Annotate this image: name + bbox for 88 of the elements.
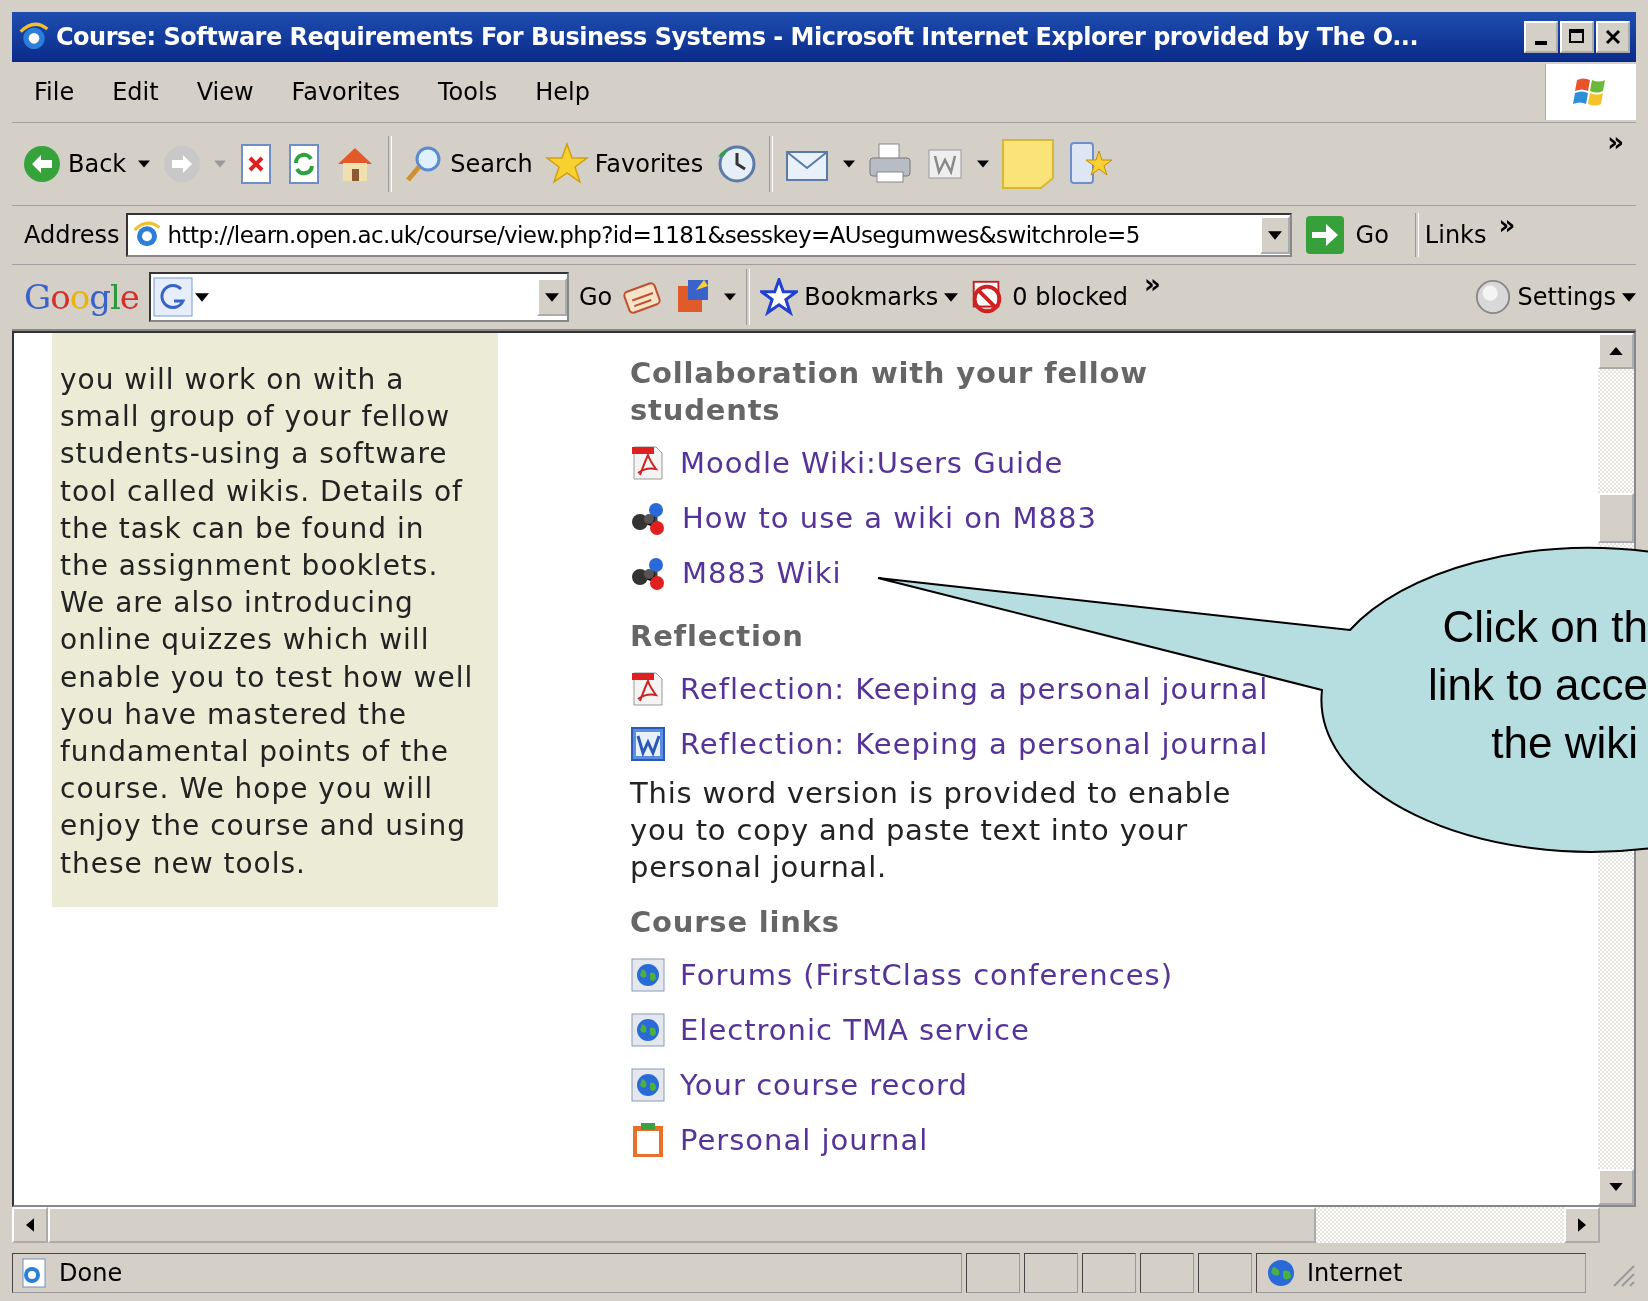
favorites-button[interactable]: Favorites	[544, 142, 704, 186]
close-icon	[1603, 27, 1623, 47]
sphere-icon	[1473, 278, 1512, 316]
section-heading: Collaboration with your fellow students	[630, 355, 1149, 429]
status-panel	[1024, 1253, 1078, 1293]
scroll-down-button[interactable]	[1598, 1169, 1634, 1205]
status-panel	[1140, 1253, 1194, 1293]
go-button[interactable]: Go	[1297, 214, 1395, 256]
link[interactable]: Reflection: Keeping a personal journal	[680, 671, 1269, 706]
section-heading: Reflection	[630, 618, 805, 655]
google-search-field[interactable]	[148, 272, 569, 322]
scroll-up-button[interactable]	[1598, 333, 1634, 369]
caret-icon	[544, 292, 559, 302]
scroll-left-button[interactable]	[12, 1207, 48, 1243]
right-arrow-icon	[1578, 1218, 1586, 1232]
globe-icon	[1265, 1257, 1297, 1289]
caret-icon[interactable]	[138, 160, 151, 168]
print-icon[interactable]	[867, 142, 914, 186]
menu-item[interactable]: Help	[535, 78, 590, 106]
dropdown-button[interactable]	[1259, 216, 1290, 254]
clipboard-icon	[630, 1120, 666, 1159]
link[interactable]: Personal journal	[680, 1122, 929, 1157]
settings-button[interactable]: Settings	[1473, 278, 1636, 316]
search-type-menu[interactable]	[152, 277, 209, 317]
pdf-icon	[630, 444, 666, 481]
down-arrow-icon	[1609, 1183, 1623, 1191]
pdf-icon	[630, 670, 666, 707]
caret-icon	[944, 292, 959, 302]
go-button[interactable]: Go	[578, 283, 613, 311]
callout-text: Click on th	[1442, 601, 1648, 653]
more-chevron[interactable]: »	[1607, 127, 1624, 157]
dropdown-button[interactable]	[536, 278, 567, 316]
links-button[interactable]: Links	[1424, 221, 1487, 249]
link[interactable]: Reflection: Keeping a personal journal	[680, 726, 1269, 761]
link[interactable]: How to use a wiki on M883	[682, 500, 1097, 535]
zone-text: Internet	[1307, 1259, 1403, 1287]
search-button[interactable]: Search	[404, 144, 533, 184]
maximize-button[interactable]	[1560, 21, 1594, 53]
link[interactable]: Forums (FirstClass conferences)	[680, 957, 1173, 992]
back-button[interactable]: Back	[22, 144, 127, 184]
star-icon	[760, 278, 799, 316]
link[interactable]: M883 Wiki	[682, 555, 842, 590]
left-arrow-icon	[26, 1218, 34, 1232]
up-arrow-icon	[1609, 347, 1623, 355]
address-field[interactable]: http://learn.open.ac.uk/course/view.php?id=1181&sesskey=AUsegumwes&switchrole=5	[125, 213, 1292, 257]
globe-icon	[630, 1011, 666, 1048]
globe-icon	[630, 956, 666, 993]
minimize-button[interactable]	[1524, 21, 1558, 53]
horizontal-scrollbar[interactable]	[12, 1207, 1600, 1243]
more-chevron[interactable]: »	[1498, 210, 1516, 240]
history-icon[interactable]	[715, 143, 758, 185]
close-button[interactable]	[1596, 21, 1630, 53]
google-logo: Google	[24, 277, 139, 317]
scrollbar-thumb[interactable]	[1598, 493, 1634, 543]
caret-icon[interactable]	[977, 160, 990, 168]
popup-blocker-button[interactable]: 0 blocked	[968, 278, 1128, 316]
more-chevron[interactable]: »	[1144, 269, 1161, 299]
status-panel	[966, 1253, 1020, 1293]
status-text: Done	[59, 1259, 123, 1287]
star-icon	[544, 142, 589, 186]
link[interactable]: Moodle Wiki:Users Guide	[680, 445, 1064, 480]
minimize-icon	[1535, 41, 1547, 45]
caret-icon	[1622, 292, 1636, 302]
window-title: Course: Software Requirements For Business Systems - Microsoft Internet Explorer provided by The O...	[56, 23, 1420, 51]
callout-text: the wiki	[1491, 717, 1638, 769]
link[interactable]: Your course record	[680, 1067, 968, 1102]
bookmarks-button[interactable]: Bookmarks	[760, 278, 959, 316]
caret-icon	[1267, 230, 1282, 240]
menu-item[interactable]: Tools	[438, 78, 498, 106]
caret-icon[interactable]	[724, 293, 737, 301]
status-panel	[1082, 1253, 1136, 1293]
status-panel	[1198, 1253, 1252, 1293]
caret-icon[interactable]	[843, 160, 856, 168]
caret-icon	[194, 292, 209, 302]
menu-item[interactable]: Favorites	[291, 78, 401, 106]
menu-item[interactable]: View	[196, 78, 254, 106]
scroll-right-button[interactable]	[1564, 1207, 1600, 1243]
section-heading: Course links	[630, 904, 841, 941]
callout-text: link to acce	[1427, 659, 1648, 711]
sidebar-text: you will work on with a small group of your fellow students-using a software tool called wikis. Details of the task can be found in the assignment booklets. We are also introducing online quizzes which will enable you to test how well you have mastered the fundamental points of the course. We hope you will enjoy the course and using these new tools.	[60, 362, 474, 882]
menu-item[interactable]: File	[34, 78, 75, 106]
note-text: This word version is provided to enable you to copy and paste text into your personal journal.	[630, 775, 1233, 886]
menu-item[interactable]: Edit	[112, 78, 159, 106]
globe-icon	[630, 1066, 666, 1103]
scrollbar-thumb[interactable]	[48, 1207, 1316, 1243]
link[interactable]: Electronic TMA service	[680, 1012, 1030, 1047]
word-document-icon	[630, 725, 666, 762]
address-label: Address	[24, 221, 120, 249]
